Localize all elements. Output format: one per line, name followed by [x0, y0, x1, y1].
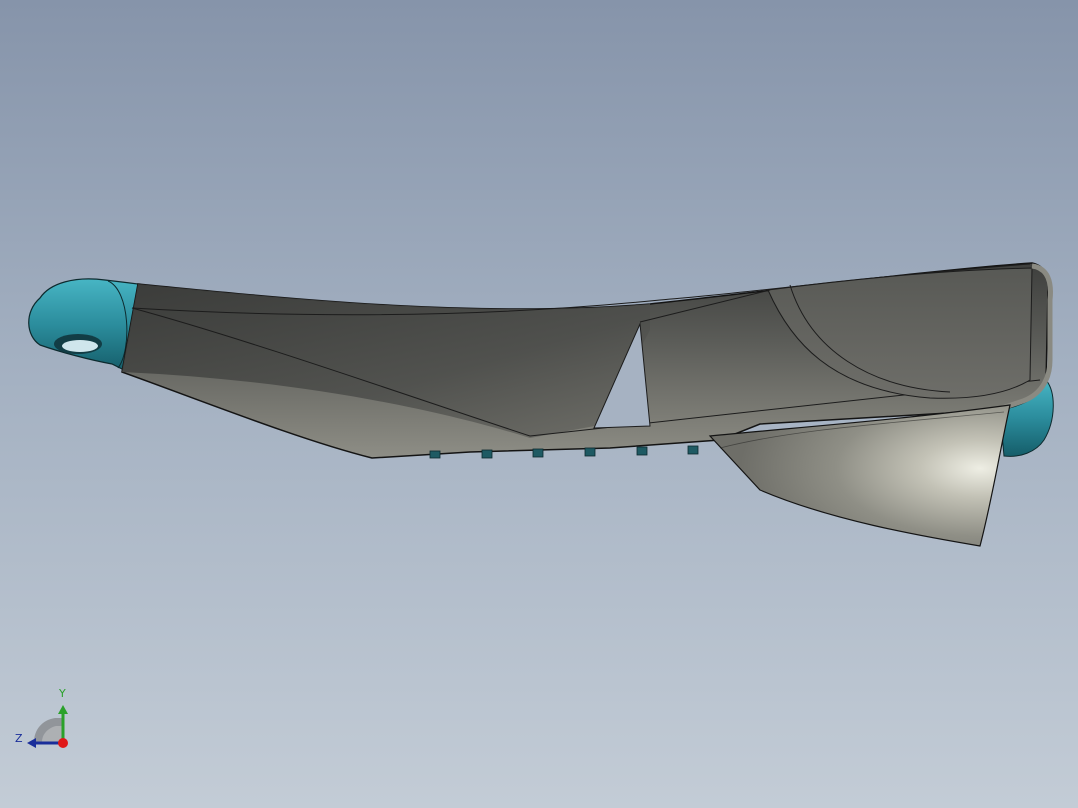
- part-model[interactable]: [0, 0, 1078, 808]
- z-axis-label: Z: [15, 732, 23, 745]
- coordinate-triad: Y Z: [10, 684, 80, 754]
- cad-viewport[interactable]: Y Z: [0, 0, 1078, 808]
- left-end-cap[interactable]: [28, 278, 139, 373]
- y-axis-label: Y: [59, 687, 66, 700]
- x-axis-indicator: [58, 738, 68, 748]
